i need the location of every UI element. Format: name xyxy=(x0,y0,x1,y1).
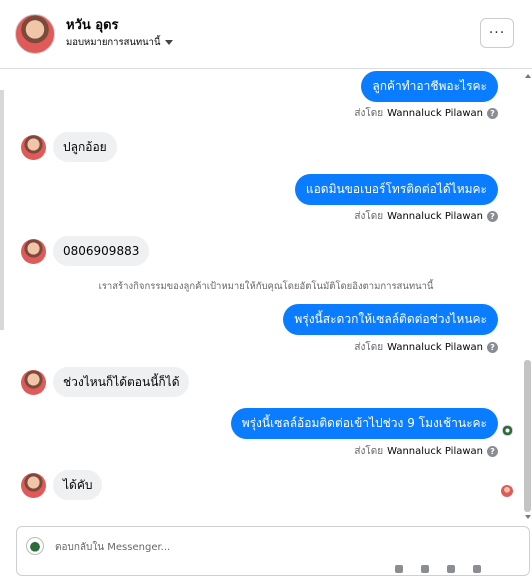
conversation-header: หวัน อุดร มอบหมายการสนทนานี้ ··· xyxy=(0,0,532,69)
sent-by-name: Wannaluck Pilawan xyxy=(387,446,483,457)
help-icon[interactable]: ? xyxy=(487,342,498,353)
sent-by-line: ส่งโดย Wannaluck Pilawan ? xyxy=(354,444,498,459)
contact-name[interactable]: หวัน อุดร xyxy=(66,14,119,35)
assign-label: มอบหมายการสนทนานี้ xyxy=(66,37,161,48)
gif-icon[interactable] xyxy=(473,565,481,573)
scroll-up-arrow-icon[interactable] xyxy=(525,74,531,78)
contact-avatar[interactable] xyxy=(15,14,55,54)
sent-by-line: ส่งโดย Wannaluck Pilawan ? xyxy=(354,340,498,355)
incoming-message[interactable]: ได้คับ xyxy=(53,470,103,500)
page-seen-icon xyxy=(502,425,513,436)
contact-avatar-small xyxy=(21,135,46,160)
reply-input[interactable] xyxy=(55,537,475,557)
message-scrollbar-thumb[interactable] xyxy=(524,360,531,512)
attachment-icon[interactable] xyxy=(421,565,429,573)
more-options-button[interactable]: ··· xyxy=(480,18,514,48)
image-icon[interactable] xyxy=(447,565,455,573)
sent-by-name: Wannaluck Pilawan xyxy=(387,342,483,353)
assign-conversation-dropdown[interactable]: มอบหมายการสนทนานี้ xyxy=(66,35,173,50)
sent-by-name: Wannaluck Pilawan xyxy=(387,108,483,119)
sent-by-line: ส่งโดย Wannaluck Pilawan ? xyxy=(354,209,498,224)
contact-avatar-small xyxy=(21,473,46,498)
help-icon[interactable]: ? xyxy=(487,108,498,119)
system-notice: เราสร้างกิจกรรมของลูกค้าเป้าหมายให้กับคุ… xyxy=(98,281,434,292)
help-icon[interactable]: ? xyxy=(487,446,498,457)
read-receipt-avatar xyxy=(501,485,513,497)
page-avatar-icon xyxy=(26,537,44,555)
incoming-message[interactable]: ปลูกอ้อย xyxy=(53,132,117,162)
outgoing-message[interactable]: ลูกค้าทำอาชีพอะไรคะ xyxy=(361,71,498,102)
sent-by-prefix: ส่งโดย xyxy=(354,211,384,222)
incoming-message[interactable]: ช่วงไหนก็ได้ตอนนี้ก็ได้ xyxy=(53,367,190,397)
sent-by-prefix: ส่งโดย xyxy=(354,342,384,353)
sent-by-prefix: ส่งโดย xyxy=(354,108,384,119)
left-scrollbar[interactable] xyxy=(0,90,4,330)
outgoing-message[interactable]: พรุ่งนี้เซลล์อ้อมติดต่อเข้าไปช่วง 9 โมงเ… xyxy=(230,408,498,439)
outgoing-message[interactable]: แอดมินขอเบอร์โทรติดต่อได้ไหมคะ xyxy=(294,174,498,205)
sent-by-name: Wannaluck Pilawan xyxy=(387,211,483,222)
contact-avatar-small xyxy=(21,239,46,264)
sent-by-line: ส่งโดย Wannaluck Pilawan ? xyxy=(354,106,498,121)
sent-by-prefix: ส่งโดย xyxy=(354,446,384,457)
chevron-down-icon xyxy=(164,40,173,45)
help-icon[interactable]: ? xyxy=(487,211,498,222)
scroll-down-arrow-icon[interactable] xyxy=(525,515,531,519)
incoming-message[interactable]: 0806909883 xyxy=(53,236,150,266)
contact-avatar-small xyxy=(21,370,46,395)
emoji-icon[interactable] xyxy=(395,565,403,573)
outgoing-message[interactable]: พรุ่งนี้สะดวกให้เซลล์ติดต่อช่วงไหนคะ xyxy=(283,304,498,335)
